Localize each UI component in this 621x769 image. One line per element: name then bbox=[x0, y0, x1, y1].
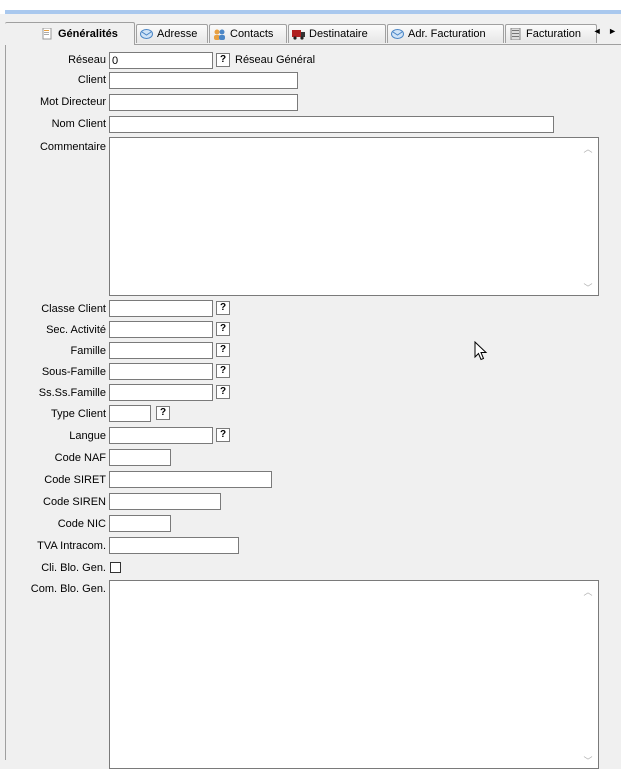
nom-client-label: Nom Client bbox=[51, 118, 106, 130]
code-nic-field[interactable] bbox=[109, 515, 171, 532]
sec-activite-help-button[interactable]: ? bbox=[216, 322, 230, 336]
client-label: Client bbox=[77, 74, 106, 86]
document-icon bbox=[41, 27, 54, 40]
tva-intracom-field[interactable] bbox=[109, 537, 239, 554]
tab-scroll-arrows[interactable]: ◄ ► bbox=[593, 26, 619, 36]
truck-icon bbox=[292, 28, 305, 40]
tab-contacts[interactable]: Contacts bbox=[209, 24, 287, 43]
tab-adresse[interactable]: Adresse bbox=[136, 24, 208, 43]
langue-label: Langue bbox=[69, 430, 106, 442]
scroll-up-icon[interactable]: ︿ bbox=[581, 142, 595, 154]
tab-generalites[interactable]: Généralités bbox=[5, 22, 135, 45]
window-top-strip bbox=[0, 0, 621, 14]
reseau-description: Réseau Général bbox=[235, 54, 316, 66]
sec-activite-label: Sec. Activité bbox=[46, 324, 106, 336]
ss-ss-famille-help-button[interactable]: ? bbox=[216, 385, 230, 399]
mouse-cursor-icon bbox=[474, 340, 488, 364]
reseau-label: Réseau bbox=[68, 54, 106, 66]
envelope-icon bbox=[140, 28, 153, 40]
sous-famille-label: Sous-Famille bbox=[41, 366, 106, 378]
envelope-icon bbox=[391, 28, 404, 40]
tab-label: Destinataire bbox=[309, 28, 368, 40]
tab-label: Facturation bbox=[526, 28, 582, 40]
people-icon bbox=[213, 28, 226, 40]
tab-label: Adr. Facturation bbox=[408, 28, 486, 40]
tab-bar: Généralités Adresse Contacts Destinatair… bbox=[0, 22, 621, 45]
cli-blo-gen-checkbox[interactable] bbox=[110, 562, 121, 573]
tab-facturation[interactable]: Facturation bbox=[505, 24, 597, 43]
tab-label: Généralités bbox=[58, 28, 118, 40]
tab-destinataire[interactable]: Destinataire bbox=[288, 24, 386, 43]
generalites-panel: Réseau ? Réseau Général Client Mot Direc… bbox=[5, 45, 621, 769]
code-siren-field[interactable] bbox=[109, 493, 221, 510]
tva-intracom-label: TVA Intracom. bbox=[37, 540, 106, 552]
invoice-icon bbox=[509, 27, 522, 41]
tab-label: Adresse bbox=[157, 28, 198, 40]
famille-field[interactable] bbox=[109, 342, 213, 359]
scroll-down-icon[interactable]: ﹀ bbox=[581, 281, 595, 293]
sous-famille-help-button[interactable]: ? bbox=[216, 364, 230, 378]
client-field[interactable] bbox=[109, 72, 298, 89]
code-siren-label: Code SIREN bbox=[43, 496, 106, 508]
classe-client-help-button[interactable]: ? bbox=[216, 301, 230, 315]
type-client-field[interactable] bbox=[109, 405, 151, 422]
cli-blo-gen-label: Cli. Blo. Gen. bbox=[41, 562, 106, 574]
classe-client-field[interactable] bbox=[109, 300, 213, 317]
reseau-field[interactable] bbox=[109, 52, 213, 69]
type-client-help-button[interactable]: ? bbox=[156, 406, 170, 420]
com-blo-gen-memo[interactable]: ︿ ﹀ bbox=[109, 580, 599, 769]
classe-client-label: Classe Client bbox=[41, 303, 106, 315]
ss-ss-famille-label: Ss.Ss.Famille bbox=[38, 387, 106, 399]
sous-famille-field[interactable] bbox=[109, 363, 213, 380]
tab-label: Contacts bbox=[230, 28, 274, 40]
sec-activite-field[interactable] bbox=[109, 321, 213, 338]
title-bar-accent bbox=[5, 10, 621, 14]
code-naf-label: Code NAF bbox=[54, 452, 106, 464]
mot-directeur-label: Mot Directeur bbox=[39, 96, 106, 108]
famille-label: Famille bbox=[70, 345, 106, 357]
code-siret-field[interactable] bbox=[109, 471, 272, 488]
tab-adr-facturation[interactable]: Adr. Facturation bbox=[387, 24, 504, 43]
scroll-down-icon[interactable]: ﹀ bbox=[581, 754, 595, 766]
ss-ss-famille-field[interactable] bbox=[109, 384, 213, 401]
nom-client-field[interactable] bbox=[109, 116, 554, 133]
mot-directeur-field[interactable] bbox=[109, 94, 298, 111]
code-naf-field[interactable] bbox=[109, 449, 171, 466]
famille-help-button[interactable]: ? bbox=[216, 343, 230, 357]
code-siret-label: Code SIRET bbox=[44, 474, 106, 486]
scroll-up-icon[interactable]: ︿ bbox=[581, 585, 595, 597]
commentaire-memo[interactable]: ︿ ﹀ bbox=[109, 137, 599, 296]
reseau-help-button[interactable]: ? bbox=[216, 53, 230, 67]
com-blo-gen-label: Com. Blo. Gen. bbox=[30, 583, 106, 595]
langue-help-button[interactable]: ? bbox=[216, 428, 230, 442]
langue-field[interactable] bbox=[109, 427, 213, 444]
code-nic-label: Code NIC bbox=[57, 518, 106, 530]
type-client-label: Type Client bbox=[50, 408, 106, 420]
commentaire-label: Commentaire bbox=[39, 141, 106, 153]
